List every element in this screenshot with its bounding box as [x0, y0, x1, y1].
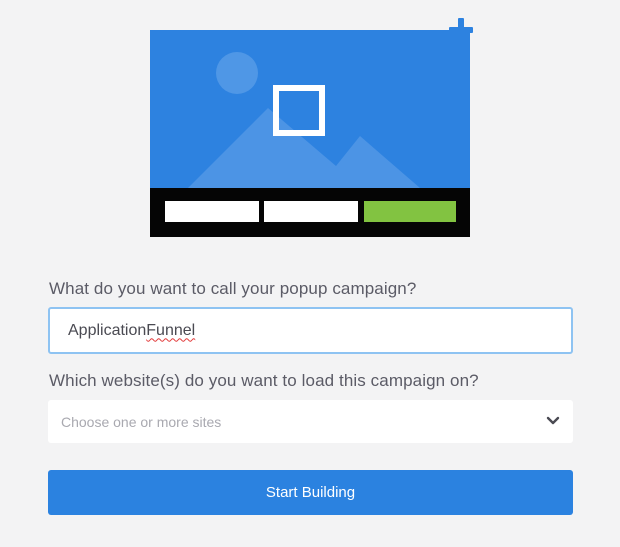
- campaign-name-question: What do you want to call your popup camp…: [49, 279, 417, 298]
- websites-select-placeholder: Choose one or more sites: [61, 413, 222, 430]
- start-building-button[interactable]: Start Building: [48, 470, 573, 515]
- illustration-input-1: [165, 201, 259, 222]
- campaign-name-value-text: Application: [68, 321, 147, 339]
- illustration-button: [364, 201, 456, 222]
- campaign-name-input[interactable]: Application Funnel: [48, 307, 573, 354]
- illustration-input-2: [264, 201, 358, 222]
- chevron-down-icon[interactable]: [545, 413, 561, 429]
- illustration-sun: [216, 52, 258, 94]
- websites-select[interactable]: Choose one or more sites: [48, 400, 573, 443]
- popup-template-illustration-icon: [150, 16, 482, 238]
- websites-question: Which website(s) do you want to load thi…: [49, 371, 479, 390]
- campaign-name-misspelled-word: Funnel: [146, 321, 196, 339]
